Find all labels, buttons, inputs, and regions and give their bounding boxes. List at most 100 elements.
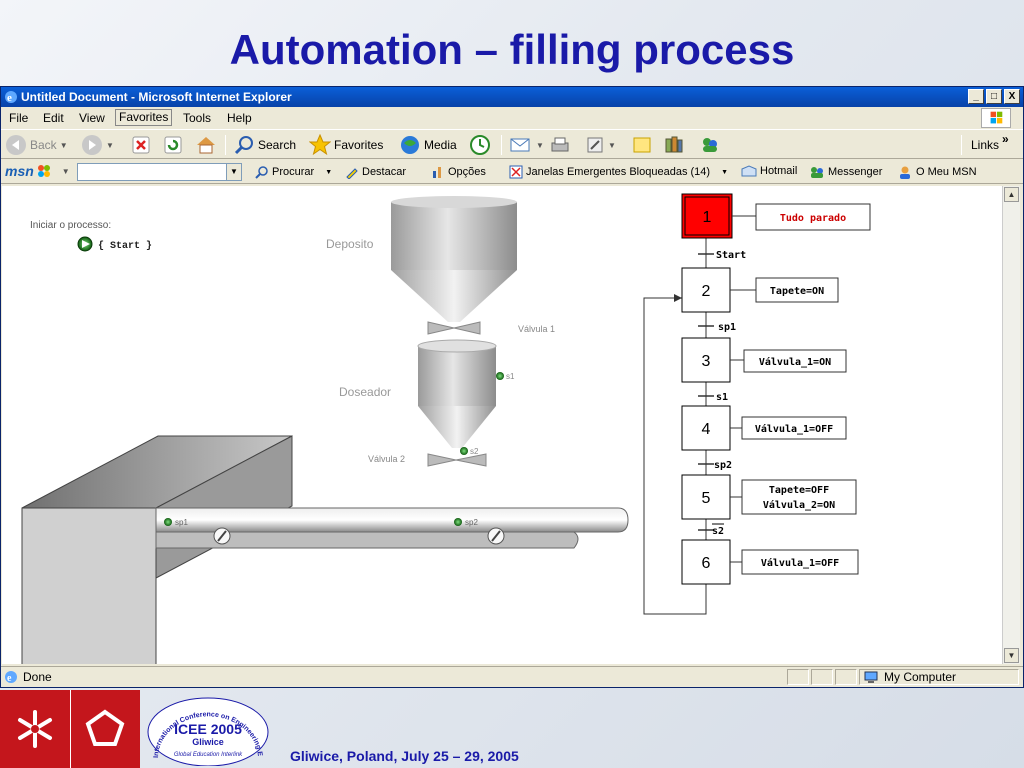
grafcet-step-5[interactable]: 5 — [681, 474, 731, 520]
scroll-up-icon[interactable]: ▲ — [1004, 187, 1019, 202]
research-button[interactable] — [663, 135, 685, 155]
close-button[interactable]: X — [1004, 89, 1020, 104]
ie-icon: e — [5, 91, 17, 104]
grafcet-step-1[interactable]: 1 — [681, 193, 733, 239]
university-logo — [0, 690, 140, 768]
svg-text:4: 4 — [702, 421, 711, 438]
links-button[interactable]: Links » — [971, 132, 1009, 155]
history-icon — [470, 135, 490, 155]
procurar-button[interactable]: Procurar ▼ — [255, 165, 332, 179]
svg-text:1: 1 — [703, 209, 712, 226]
hotmail-button[interactable]: Hotmail — [741, 165, 797, 177]
svg-text:s2: s2 — [712, 526, 724, 537]
star-icon — [309, 134, 331, 156]
start-button[interactable]: { Start } — [77, 236, 152, 252]
conveyor-belt — [155, 507, 629, 549]
menu-file[interactable]: File — [9, 111, 28, 125]
grafcet-step-2[interactable]: 2 — [681, 267, 731, 313]
sensor-s2-indicator — [460, 447, 468, 455]
menu-help[interactable]: Help — [227, 111, 252, 125]
menu-bar: File Edit View Favorites Tools Help — [1, 108, 1023, 128]
dropdown-arrow-icon: ▼ — [325, 168, 333, 176]
sensor-sp2-indicator — [454, 518, 462, 526]
svg-text:sp1: sp1 — [718, 322, 736, 333]
popups-blocked-button[interactable]: Janelas Emergentes Bloqueadas (14) ▼ — [509, 165, 728, 179]
scroll-down-icon[interactable]: ▼ — [1004, 648, 1019, 663]
menu-edit[interactable]: Edit — [43, 111, 64, 125]
menu-tools[interactable]: Tools — [183, 111, 211, 125]
maximize-button[interactable]: □ — [986, 89, 1002, 104]
svg-text:2: 2 — [702, 283, 711, 300]
page-content: Iniciar o processo: { Start } Deposito V… — [2, 186, 1002, 664]
grafcet-diagram: 1 Tudo parado Start 2 Tapete=ON sp1 3 Vá… — [643, 193, 871, 615]
refresh-button[interactable] — [163, 135, 183, 155]
discuss-button[interactable] — [631, 135, 653, 155]
messenger-button[interactable]: Messenger — [809, 165, 882, 179]
history-button[interactable] — [469, 135, 491, 155]
svg-text:Gliwice: Gliwice — [192, 737, 224, 747]
title-bar[interactable]: e Untitled Document - Microsoft Internet… — [1, 87, 1023, 107]
home-button[interactable] — [195, 135, 217, 155]
grafcet-step-3[interactable]: 3 — [681, 337, 731, 383]
forward-arrow-icon — [82, 135, 102, 155]
media-button[interactable]: Media — [399, 135, 457, 155]
footer-location-date: Gliwice, Poland, July 25 – 29, 2005 — [290, 748, 519, 764]
svg-text:Global Education Interlink: Global Education Interlink — [174, 752, 243, 758]
svg-text:ICEE 2005: ICEE 2005 — [174, 721, 242, 737]
valve-1-label: Válvula 1 — [518, 324, 555, 334]
svg-text:Válvula_1=OFF: Válvula_1=OFF — [755, 423, 833, 435]
msn-logo[interactable]: msn ▼ — [5, 163, 70, 179]
pentagon-logo-icon — [85, 709, 125, 746]
sensor-sp1-label: sp1 — [175, 518, 188, 527]
grafcet-step-6[interactable]: 6 — [681, 539, 731, 585]
chevron-right-icon: » — [1002, 132, 1009, 146]
standard-toolbar: Back ▼ ▼ Search Favorites Media ▼ ▼ Link… — [1, 129, 1023, 159]
opcoes-button[interactable]: Opções — [431, 165, 486, 179]
page-done-icon: e — [5, 671, 17, 684]
favorites-button[interactable]: Favorites — [309, 134, 383, 156]
menu-favorites[interactable]: Favorites — [115, 109, 173, 126]
edit-icon — [587, 137, 603, 153]
computer-icon — [864, 671, 878, 683]
popup-blocked-icon — [509, 165, 523, 179]
grafcet-step-4[interactable]: 4 — [681, 405, 731, 451]
svg-text:Start: Start — [716, 250, 746, 261]
icee-2005-logo: International Conference on Engineering … — [142, 692, 269, 766]
svg-text:e: e — [7, 92, 12, 104]
svg-text:e: e — [7, 673, 12, 684]
sensor-s1-label: s1 — [506, 372, 515, 381]
sensor-sp2-label: sp2 — [465, 518, 478, 527]
doser-label: Doseador — [339, 385, 391, 399]
printer-icon — [551, 137, 569, 152]
search-icon — [255, 166, 268, 179]
security-zone: My Computer — [859, 669, 1019, 685]
simulation-canvas: Iniciar o processo: { Start } Deposito V… — [21, 193, 871, 664]
dropdown-arrow-icon: ▼ — [721, 168, 728, 176]
edit-button[interactable]: ▼ — [585, 135, 616, 155]
my-msn-button[interactable]: O Meu MSN — [897, 165, 977, 179]
stop-button[interactable] — [131, 135, 151, 155]
dropdown-arrow-icon[interactable]: ▼ — [226, 164, 241, 180]
svg-text:3: 3 — [702, 353, 711, 370]
destacar-button[interactable]: Destacar — [345, 165, 406, 179]
search-button[interactable]: Search — [233, 135, 296, 155]
refresh-icon — [164, 136, 182, 154]
vertical-scrollbar[interactable]: ▲ ▼ — [1002, 186, 1020, 664]
books-icon — [665, 136, 683, 153]
start-button-label: { Start } — [98, 240, 152, 252]
status-bar: e Done My Computer — [1, 666, 1023, 686]
msn-toolbar: msn ▼ ▼ Procurar ▼ Destacar Opções Janel… — [1, 160, 1023, 184]
minimize-button[interactable]: _ — [968, 89, 984, 104]
messenger-toolbar-button[interactable] — [699, 135, 721, 155]
back-button[interactable]: Back ▼ — [5, 135, 68, 155]
butterfly-icon — [37, 165, 50, 177]
msn-search-input[interactable]: ▼ — [77, 163, 242, 181]
note-icon — [633, 137, 651, 153]
home-icon — [197, 137, 215, 154]
mail-button[interactable]: ▼ — [509, 135, 544, 155]
forward-button[interactable]: ▼ — [81, 135, 114, 155]
menu-view[interactable]: View — [79, 111, 105, 125]
print-button[interactable] — [549, 135, 571, 155]
window-title: Untitled Document - Microsoft Internet E… — [21, 90, 292, 104]
start-prompt: Iniciar o processo: — [30, 220, 111, 231]
